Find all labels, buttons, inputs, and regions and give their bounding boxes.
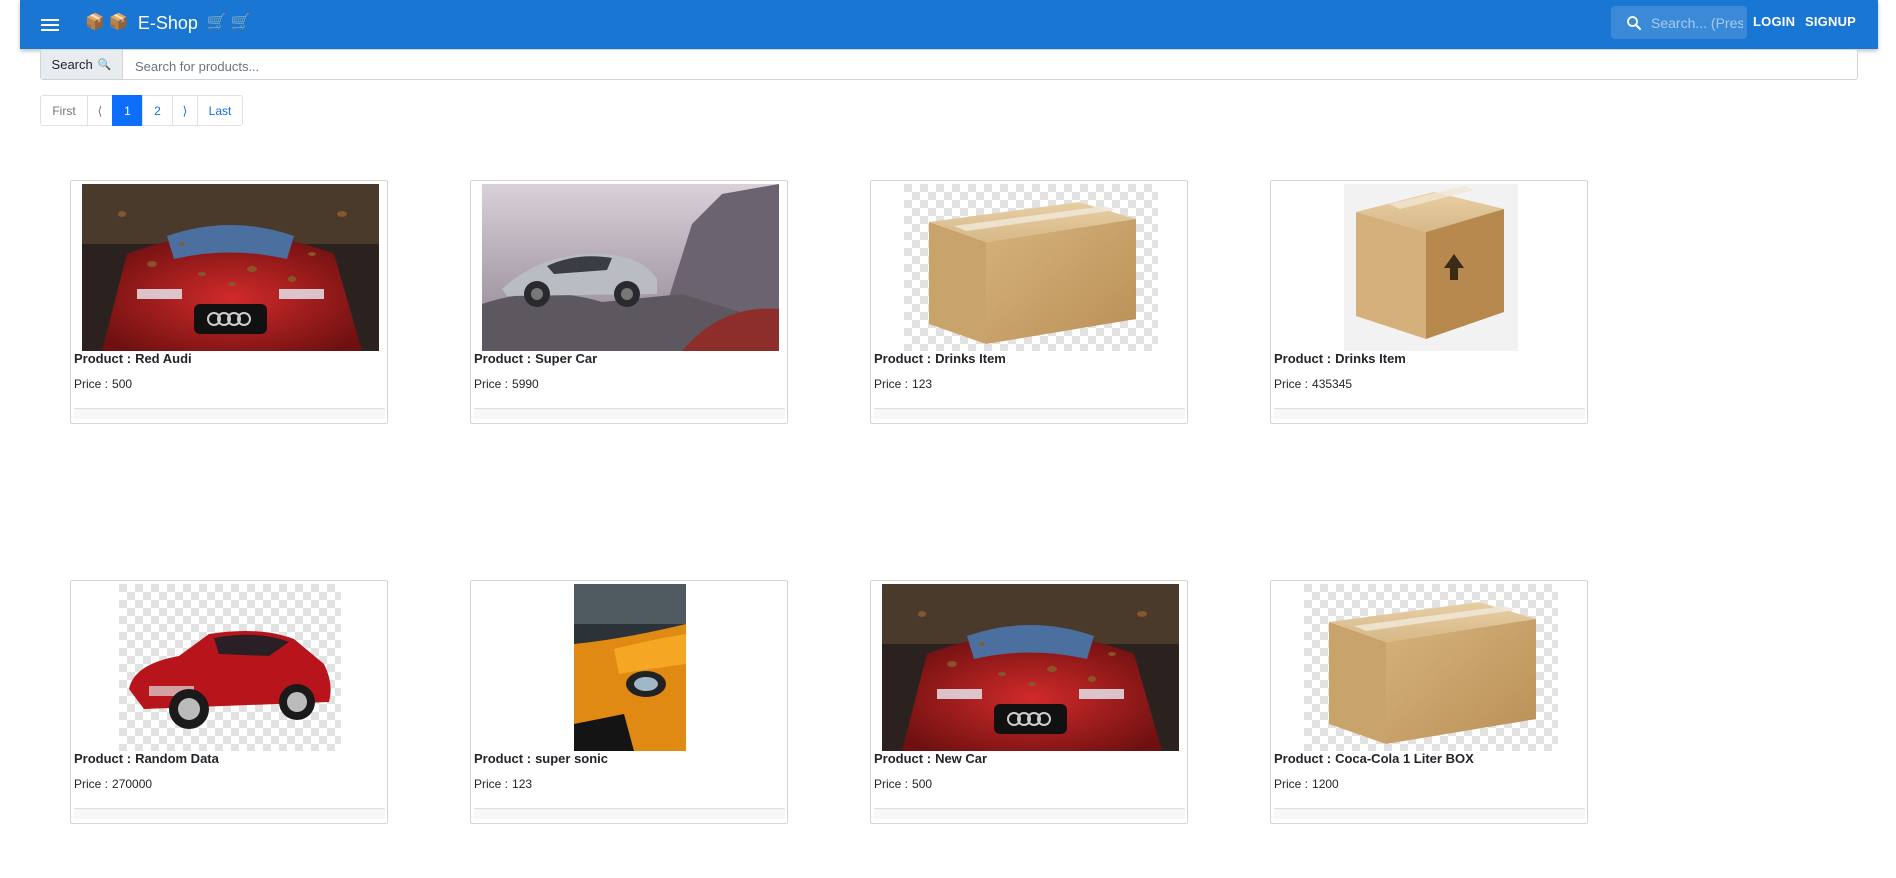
product-price: Price :123	[474, 777, 533, 791]
product-price: Price :435345	[1274, 377, 1353, 391]
cart-icon: 🛒	[230, 14, 251, 31]
product-name: Product : Drinks Item	[874, 351, 1006, 366]
product-name: Product : New Car	[874, 751, 988, 766]
product-name: Product : Drinks Item	[1274, 351, 1406, 366]
cardboard-box-photo	[904, 184, 1158, 351]
product-price: Price :270000	[74, 777, 153, 791]
search-button-label: Search	[51, 57, 93, 72]
product-name: Product : Super Car	[474, 351, 598, 366]
app-title: E-Shop	[137, 12, 198, 33]
product-card[interactable]: Product : Random Data Price :270000	[70, 580, 388, 824]
cardboard-box-photo	[1344, 184, 1518, 351]
product-price: Price :500	[874, 777, 933, 791]
page-1-button[interactable]: 1	[112, 95, 143, 126]
search-icon: 🔍	[97, 59, 112, 71]
menu-icon[interactable]	[38, 13, 62, 37]
product-card[interactable]: Product : Drinks Item Price :123	[870, 180, 1188, 424]
silver-car-photo	[482, 184, 779, 351]
card-footer	[1274, 808, 1585, 819]
search-icon	[1627, 16, 1641, 30]
product-price: Price :123	[874, 377, 933, 391]
product-price: Price :1200	[1274, 777, 1339, 791]
product-search-bar: Search 🔍	[40, 49, 1858, 80]
search-button[interactable]: Search 🔍	[41, 50, 123, 79]
card-footer	[474, 408, 785, 419]
signup-button[interactable]: SIGNUP	[1805, 14, 1856, 29]
page-2-button[interactable]: 2	[142, 95, 173, 126]
card-footer	[874, 408, 1185, 419]
card-footer	[874, 808, 1185, 819]
page-first-button[interactable]: First	[40, 95, 88, 126]
product-name: Product : Red Audi	[74, 351, 192, 366]
page-next-button[interactable]: ⟩	[172, 95, 198, 126]
product-card[interactable]: Product : Red Audi Price :500	[70, 180, 388, 424]
product-card[interactable]: Product : Super Car Price :5990	[470, 180, 788, 424]
orange-car-photo	[574, 584, 686, 751]
product-price: Price :500	[74, 377, 133, 391]
app-bar: 📦 📦 E-Shop 🛒 🛒 LOGIN SIGNUP	[20, 0, 1878, 49]
product-search-input[interactable]	[133, 55, 1837, 77]
page-prev-button[interactable]: ⟨	[87, 95, 113, 126]
login-button[interactable]: LOGIN	[1753, 14, 1795, 29]
top-search-input[interactable]	[1649, 12, 1745, 34]
page-last-button[interactable]: Last	[197, 95, 243, 126]
red-sports-car-photo	[119, 584, 341, 751]
product-card[interactable]: Product : New Car Price :500	[870, 580, 1188, 824]
top-search	[1611, 6, 1747, 39]
package-icon: 📦	[108, 14, 129, 31]
cart-icon: 🛒	[206, 14, 227, 31]
product-name: Product : super sonic	[474, 751, 609, 766]
card-footer	[74, 808, 385, 819]
package-icon: 📦	[85, 14, 105, 31]
product-card[interactable]: Product : Drinks Item Price :435345	[1270, 180, 1588, 424]
product-card[interactable]: Product : Coca-Cola 1 Liter BOX Price :12…	[1270, 580, 1588, 824]
card-footer	[1274, 408, 1585, 419]
card-footer	[474, 808, 785, 819]
pagination: First ⟨ 1 2 ⟩ Last	[40, 95, 243, 126]
product-name: Product : Random Data	[74, 751, 219, 766]
brand: 📦 📦 E-Shop 🛒 🛒	[85, 10, 251, 36]
red-car-photo	[882, 584, 1179, 751]
product-card[interactable]: Product : super sonic Price :123	[470, 580, 788, 824]
product-price: Price :5990	[474, 377, 539, 391]
product-name: Product : Coca-Cola 1 Liter BOX	[1274, 751, 1474, 766]
cardboard-box-photo	[1304, 584, 1558, 751]
card-footer	[74, 408, 385, 419]
red-car-photo	[82, 184, 379, 351]
